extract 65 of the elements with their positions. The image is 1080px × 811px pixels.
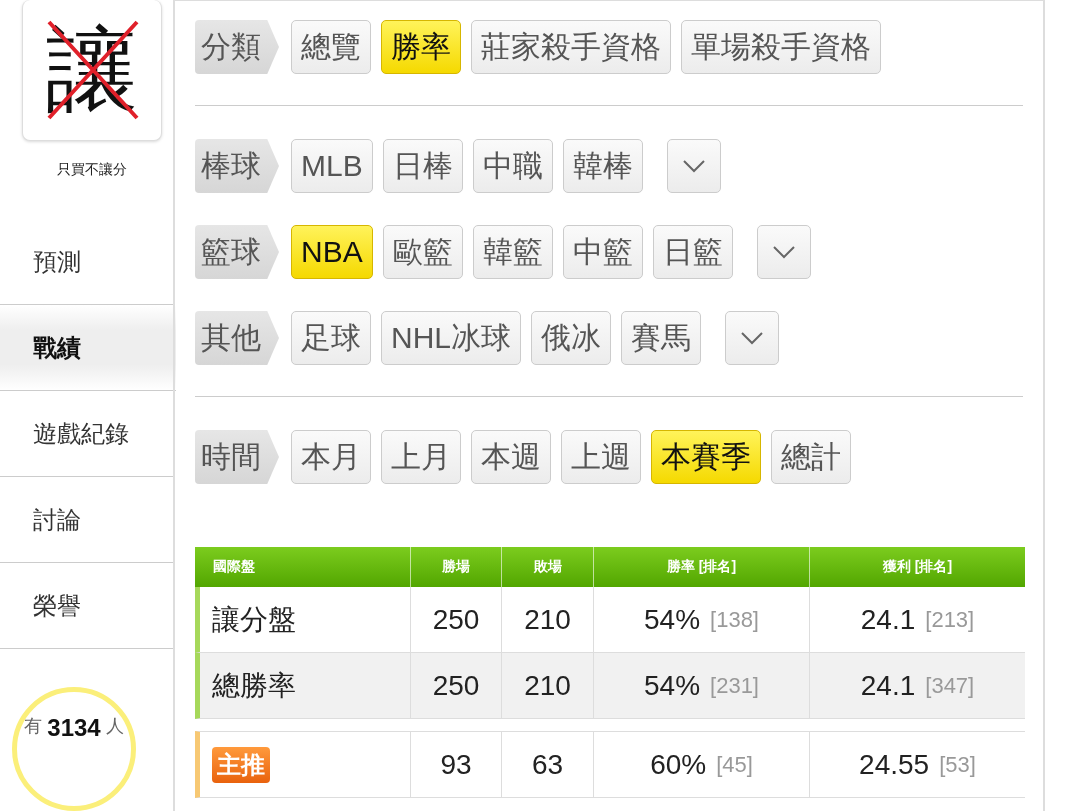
filter-option[interactable]: 上月	[381, 430, 461, 484]
win-rate: 54%	[644, 669, 701, 702]
filter-option[interactable]: 單場殺手資格	[681, 20, 881, 74]
sidebar-item[interactable]: 討論	[0, 477, 173, 563]
column-header: 勝率 [排名]	[593, 547, 809, 587]
rank: [347]	[925, 672, 975, 699]
filter-option[interactable]: 上週	[561, 430, 641, 484]
filter-label: 時間	[195, 430, 279, 484]
filter-option[interactable]: 韓棒	[562, 139, 643, 193]
filter-option[interactable]: 本週	[471, 430, 551, 484]
dropdown-button[interactable]	[666, 139, 721, 193]
row-name: 總勝率	[212, 668, 296, 703]
table-cell: 250	[410, 653, 501, 719]
filter-option[interactable]: 中職	[472, 139, 553, 193]
dropdown-button[interactable]	[756, 225, 811, 279]
filter-option[interactable]: 歐籃	[382, 225, 463, 279]
logo-caption: 只買不讓分	[56, 161, 127, 179]
featured-badge: 主推	[212, 746, 270, 783]
filter-option[interactable]: 本月	[291, 430, 371, 484]
table-cell: 63	[501, 731, 593, 798]
filter-option[interactable]: 足球	[291, 311, 371, 365]
sidebar-item[interactable]: 遊戲紀錄	[0, 391, 173, 477]
rank: [213]	[925, 606, 975, 633]
rank: [138]	[710, 606, 759, 633]
filter-option[interactable]: NBA	[291, 225, 373, 279]
caret-icon	[771, 245, 796, 259]
filter-option[interactable]: 俄冰	[531, 311, 611, 365]
filter-option[interactable]: 中籃	[562, 225, 643, 279]
filter-option[interactable]: 莊家殺手資格	[471, 20, 671, 74]
column-header: 敗場	[501, 547, 593, 587]
filter-option[interactable]: 勝率	[381, 20, 461, 74]
filter-label: 其他	[195, 311, 279, 365]
filter-option[interactable]: 總覽	[291, 20, 371, 74]
filter-label: 棒球	[195, 139, 279, 193]
row-name: 讓分盤	[212, 602, 296, 637]
sidebar-item[interactable]: 榮譽	[0, 563, 173, 649]
filter-option[interactable]: MLB	[291, 139, 373, 193]
filter-option[interactable]: NHL冰球	[381, 311, 521, 365]
rank: [53]	[939, 751, 976, 778]
filter-option[interactable]: 日棒	[382, 139, 463, 193]
column-header: 國際盤	[195, 547, 410, 587]
column-header: 勝場	[410, 547, 501, 587]
caret-icon	[740, 331, 764, 345]
filter-option[interactable]: 韓籃	[472, 225, 553, 279]
profit: 24.1	[860, 669, 916, 702]
filter-option[interactable]: 本賽季	[651, 430, 761, 484]
rank: [231]	[710, 672, 759, 699]
table-cell: 93	[410, 731, 501, 798]
win-rate: 60%	[650, 748, 707, 781]
dropdown-button[interactable]	[725, 311, 779, 365]
table-cell: 210	[501, 653, 593, 719]
filter-label: 分類	[195, 20, 279, 74]
win-rate: 54%	[644, 603, 701, 636]
table-cell: 210	[501, 587, 593, 653]
filter-option[interactable]: 日籃	[652, 225, 733, 279]
filter-option[interactable]: 總計	[771, 430, 851, 484]
filter-option[interactable]: 賽馬	[621, 311, 701, 365]
caret-icon	[681, 159, 706, 173]
online-count-badge: 有 3134 人	[12, 687, 136, 811]
column-header: 獲利 [排名]	[809, 547, 1025, 587]
filter-label: 籃球	[195, 225, 279, 279]
table-cell: 250	[410, 587, 501, 653]
profit: 24.55	[859, 748, 930, 781]
rank: [45]	[716, 751, 753, 778]
profit: 24.1	[860, 603, 916, 636]
